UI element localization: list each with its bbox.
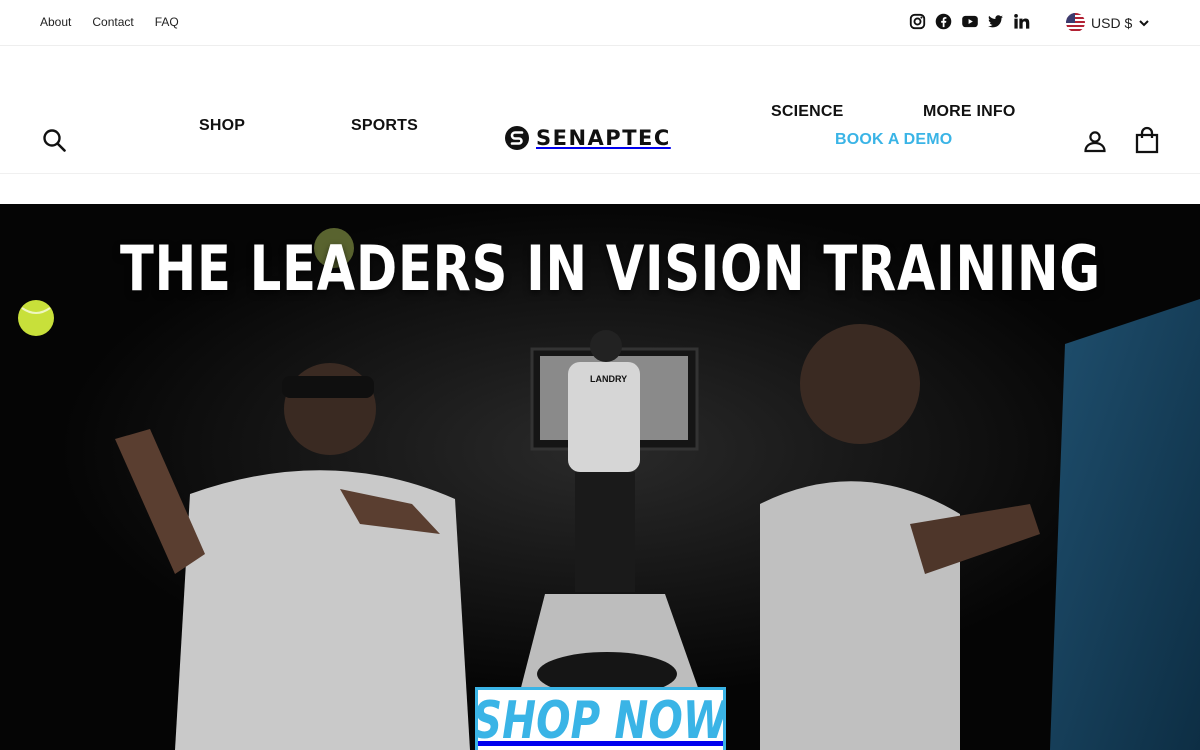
hero-banner[interactable]: THE LEADERS IN VISION TRAINING LANDRY SH…	[0, 204, 1200, 750]
site-logo[interactable]: SENAPTEC	[504, 125, 671, 151]
nav-science[interactable]: SCIENCE	[771, 103, 844, 121]
utility-bar: About Contact FAQ USD $	[0, 0, 1200, 46]
about-link[interactable]: About	[40, 15, 71, 29]
utility-links: About Contact FAQ	[40, 15, 200, 29]
currency-label: USD $	[1091, 14, 1133, 31]
shop-now-label: SHOP NOW	[475, 691, 726, 750]
senaptec-logo-icon	[505, 126, 529, 150]
us-flag-icon	[1066, 13, 1085, 32]
logo-wordmark: SENAPTEC	[536, 126, 671, 150]
nav-more-info[interactable]: MORE INFO	[923, 103, 1015, 121]
contact-link[interactable]: Contact	[92, 15, 133, 29]
shop-now-button[interactable]: SHOP NOW	[475, 687, 726, 750]
nav-sports[interactable]: SPORTS	[351, 117, 418, 135]
social-links	[909, 13, 1030, 30]
nav-shop[interactable]: SHOP	[199, 117, 245, 135]
jersey-name: LANDRY	[590, 374, 628, 384]
faq-link[interactable]: FAQ	[155, 15, 179, 29]
facebook-icon[interactable]	[935, 13, 952, 30]
linkedin-icon[interactable]	[1013, 13, 1030, 30]
instagram-icon[interactable]	[909, 13, 926, 30]
currency-selector[interactable]: USD $	[1066, 13, 1150, 32]
site-header: SHOP SPORTS SENAPTEC SCIENCE MORE INFO B…	[0, 46, 1200, 174]
cart-icon[interactable]	[1134, 126, 1160, 154]
account-icon[interactable]	[1083, 129, 1107, 153]
twitter-icon[interactable]	[987, 13, 1004, 30]
youtube-icon[interactable]	[961, 13, 978, 30]
chevron-down-icon	[1139, 19, 1149, 26]
hero-title: THE LEADERS IN VISION TRAINING	[120, 232, 1101, 305]
nav-book-demo[interactable]: BOOK A DEMO	[835, 131, 952, 149]
search-icon[interactable]	[42, 128, 66, 152]
